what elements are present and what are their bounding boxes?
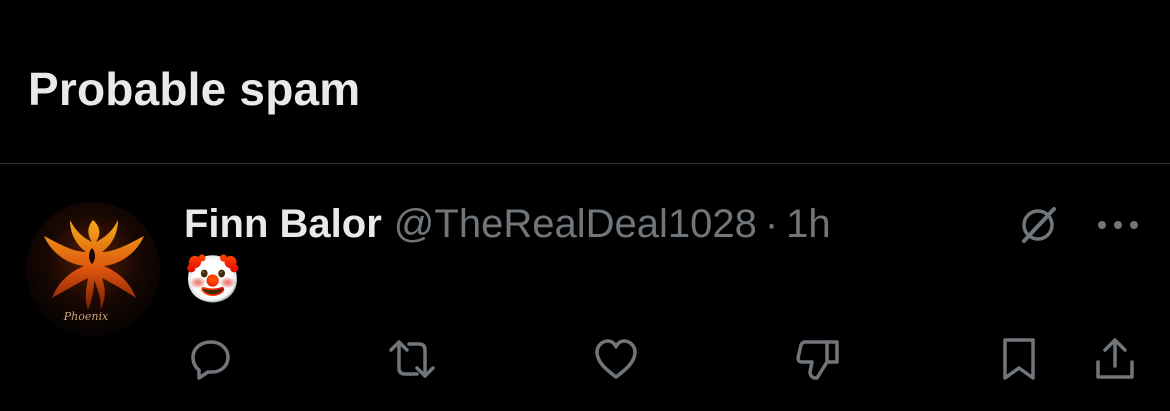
downvote-button[interactable] — [792, 335, 844, 383]
author-name[interactable]: Finn Balor — [184, 202, 382, 247]
repost-icon — [389, 340, 435, 378]
bookmark-icon — [1003, 338, 1035, 380]
downvote-icon — [796, 340, 839, 380]
more-icon — [1098, 221, 1138, 229]
repost-button[interactable] — [384, 335, 440, 383]
share-icon — [1096, 338, 1134, 379]
grok-button[interactable] — [1012, 201, 1064, 249]
separator-dot: · — [764, 201, 779, 246]
post-header: Finn Balor @TheRealDeal1028 · 1h — [184, 199, 831, 249]
grok-icon — [1022, 207, 1056, 243]
avatar-logo-text: Phoenix — [63, 310, 109, 323]
like-icon — [595, 339, 637, 379]
section-title: Probable spam — [28, 63, 361, 115]
avatar[interactable]: Phoenix — [26, 202, 160, 336]
like-button[interactable] — [590, 335, 642, 383]
more-options-button[interactable] — [1090, 201, 1146, 249]
author-handle[interactable]: @TheRealDeal1028 — [394, 202, 757, 247]
phoenix-avatar-icon: Phoenix — [26, 202, 160, 336]
bookmark-button[interactable] — [996, 335, 1042, 383]
post-timestamp[interactable]: 1h — [786, 202, 831, 247]
reply-button[interactable] — [186, 335, 236, 383]
section-header: Probable spam — [0, 0, 1170, 164]
post[interactable]: Phoenix Finn Balor @TheRealDeal1028 · 1h… — [0, 165, 1170, 411]
reply-icon — [191, 340, 230, 380]
share-button[interactable] — [1090, 335, 1140, 383]
post-text: 🤡 — [184, 253, 242, 305]
